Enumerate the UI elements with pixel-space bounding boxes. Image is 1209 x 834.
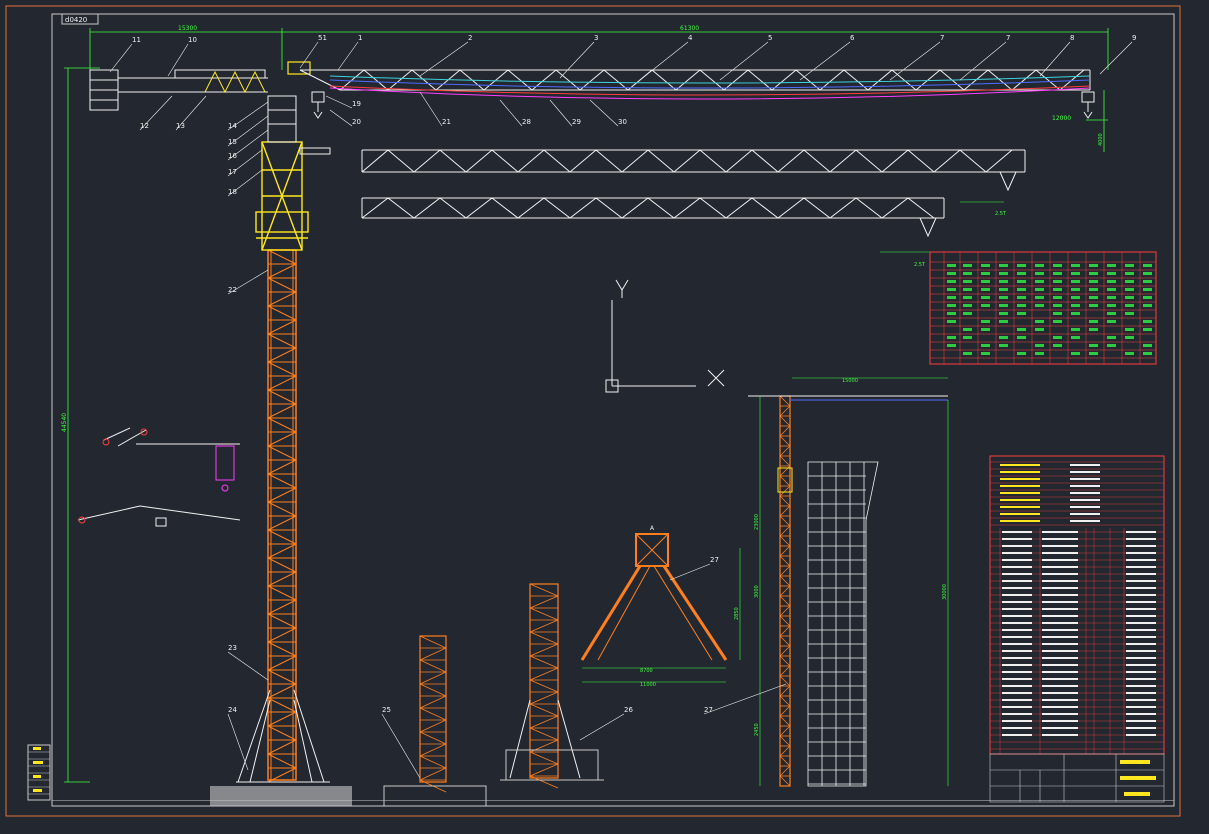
dim-small-height: 30000 — [942, 584, 948, 600]
part-leader-line — [329, 109, 353, 127]
part-number-label: 3 — [594, 34, 598, 42]
part-number-label: 18 — [228, 188, 237, 196]
dim-counter-jib: 15300 — [178, 25, 197, 32]
dim-tower-height: 44540 — [61, 413, 68, 432]
part-number-label: 27 — [704, 706, 713, 714]
part-leader-line — [419, 91, 443, 127]
part-number-label: 8 — [1070, 34, 1074, 42]
load-chart-table — [929, 251, 1157, 365]
slewing-unit[interactable] — [267, 95, 331, 155]
part-number-label: 28 — [522, 118, 531, 126]
part-leader-line — [559, 41, 595, 79]
part-number-label: 12 — [140, 122, 149, 130]
part-leader-line — [703, 683, 787, 715]
part-number-label: 29 — [572, 118, 581, 126]
part-number-label: 24 — [228, 706, 237, 714]
part-leader-line — [579, 713, 625, 741]
part-number-label: 5 — [768, 34, 772, 42]
part-number-label: 2 — [468, 34, 472, 42]
climbing-frame[interactable] — [255, 141, 309, 251]
part-number-label: 11 — [132, 36, 141, 44]
part-number-label: 23 — [228, 644, 237, 652]
part-number-label: 26 — [624, 706, 633, 714]
part-number-label: 21 — [442, 118, 451, 126]
ucs-icon — [605, 279, 725, 393]
dim-hook-reach: 12000 — [1052, 115, 1071, 122]
rigging-detail-sketch — [77, 427, 241, 527]
dim-hook-a: 4000 — [1098, 133, 1104, 146]
detail-a-frame[interactable] — [580, 533, 728, 661]
part-number-label: 17 — [228, 168, 237, 176]
counter-jib-bracing — [204, 70, 266, 94]
trolley-hooks[interactable] — [311, 91, 1095, 119]
counter-jib[interactable] — [89, 69, 268, 111]
part-leader-line — [669, 563, 711, 581]
part-number-label: 6 — [850, 34, 855, 42]
parts-list-table — [989, 455, 1165, 755]
part-number-label: 14 — [228, 122, 237, 130]
part-number-label: 1 — [358, 34, 362, 42]
part-leader-line — [639, 41, 689, 81]
short-mast-section[interactable] — [383, 635, 487, 807]
sheet-tag: d0420 — [65, 16, 87, 24]
part-leader-line — [889, 41, 941, 81]
dim-seg-c: 2450 — [754, 723, 760, 736]
part-number-label: 25 — [382, 706, 391, 714]
jib-variant-3[interactable] — [361, 197, 945, 238]
part-number-label: 10 — [188, 36, 197, 44]
cab[interactable] — [287, 61, 311, 75]
part-number-label: 20 — [352, 118, 361, 126]
part-leader-line — [589, 99, 619, 127]
part-leader-line — [381, 713, 421, 779]
jib-variant-dims — [880, 201, 1004, 253]
dim-base-a: 8700 — [640, 668, 653, 674]
part-number-label: 7 — [1006, 34, 1010, 42]
jib-variant-2[interactable] — [361, 149, 1026, 192]
part-number-label: 27 — [710, 556, 719, 564]
part-leader-line — [167, 43, 189, 77]
detail-a-label: A — [650, 525, 655, 532]
part-leader-line — [549, 99, 573, 127]
part-leader-line — [1099, 41, 1133, 75]
part-number-label: 51 — [318, 34, 327, 42]
part-number-label: 4 — [688, 34, 693, 42]
part-number-label: 19 — [352, 100, 361, 108]
part-leader-line — [325, 95, 353, 109]
part-leader-line — [227, 651, 269, 681]
part-leader-line — [109, 43, 133, 73]
overall-dimensions — [64, 28, 1109, 783]
detail-a-dims — [582, 548, 741, 683]
part-number-label: 22 — [228, 286, 237, 294]
part-number-label: 16 — [228, 152, 237, 160]
jib3-tag: 2.5T — [914, 262, 926, 268]
dim-jib: 61300 — [680, 25, 699, 32]
foundation-block — [210, 786, 352, 806]
part-leader-line — [227, 713, 249, 771]
jib2-tag: 2.5T — [995, 211, 1007, 217]
part-leader-line — [337, 41, 359, 71]
part-leader-line — [1039, 41, 1071, 77]
building-outline — [807, 461, 879, 787]
dim-base-b: 11000 — [640, 682, 656, 688]
dim-seg-b: 3000 — [754, 585, 760, 598]
dim-tower-seg: 2850 — [734, 607, 740, 620]
small-crane-elevation[interactable] — [748, 377, 949, 787]
jib-cables — [329, 75, 1091, 100]
medium-mast-section[interactable] — [500, 583, 604, 789]
cad-drawing-canvas[interactable]: d0420 15300 61300 44540 12000 4000 2.5T … — [0, 0, 1209, 834]
part-number-label: 30 — [618, 118, 627, 126]
part-number-label: 13 — [176, 122, 185, 130]
dim-small-jib: 15000 — [842, 378, 858, 384]
part-number-label: 7 — [940, 34, 944, 42]
dim-seg-a: 23000 — [754, 514, 760, 530]
part-number-label: 15 — [228, 138, 237, 146]
tower-mast[interactable] — [267, 249, 297, 783]
part-leader-line — [299, 41, 319, 69]
part-leader-line — [499, 99, 523, 127]
part-leader-line — [719, 41, 769, 81]
part-leader-line — [799, 41, 851, 81]
part-number-label: 9 — [1132, 34, 1136, 42]
